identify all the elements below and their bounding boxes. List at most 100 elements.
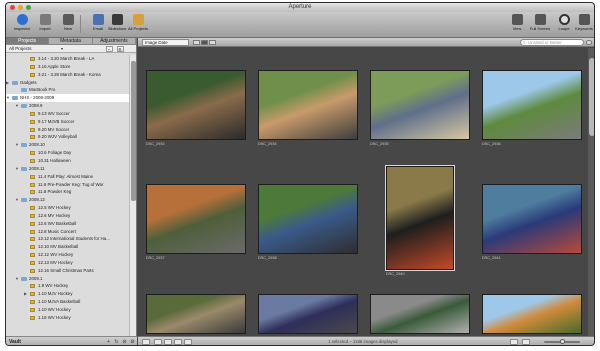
- photo-thumbnail[interactable]: [258, 294, 358, 334]
- tab-adjustments[interactable]: Adjustments: [93, 38, 136, 44]
- disclosure-closed-icon[interactable]: ▶: [24, 290, 27, 298]
- sidebar-item-label: 12.13 MV Hockey: [38, 259, 73, 265]
- sidebar-folder[interactable]: ▼ 2009.1: [6, 275, 129, 283]
- photo-thumbnail[interactable]: [370, 294, 470, 334]
- sidebar-folder[interactable]: ▼ 2008.11: [6, 165, 129, 173]
- tab-projects[interactable]: Projects: [6, 38, 50, 44]
- select-tool-button[interactable]: [142, 339, 150, 345]
- slider-knob[interactable]: [560, 339, 565, 344]
- add-vault-icon[interactable]: +: [105, 339, 112, 345]
- close-button[interactable]: [10, 5, 15, 10]
- sidebar-scrollbar[interactable]: [129, 55, 136, 336]
- sidebar-project[interactable]: 11.8 Powder Keg: [6, 188, 129, 196]
- sidebar-project[interactable]: 12.12 WV Hockey: [6, 251, 129, 259]
- browser-scroll-thumb[interactable]: [589, 58, 594, 136]
- tab-metadata[interactable]: Metadata: [49, 38, 93, 44]
- disclosure-open-icon[interactable]: ▼: [15, 102, 19, 110]
- project-filter-value: All Projects: [9, 46, 32, 51]
- sync-vault-icon[interactable]: ↻: [113, 339, 120, 345]
- sidebar-project[interactable]: 12.16 Small Christmas Parts: [6, 267, 129, 275]
- sidebar-folder[interactable]: MacBook Pro: [6, 86, 129, 94]
- sidebar-project[interactable]: 11.6 Pre-Powder Keg: Tug of War: [6, 181, 129, 189]
- filter-hud-button[interactable]: [586, 40, 592, 45]
- rotate-right-button[interactable]: [164, 339, 172, 345]
- minimize-button[interactable]: [18, 5, 23, 10]
- sidebar-folder[interactable]: ▼ 2008.9: [6, 102, 129, 110]
- photo-thumbnail[interactable]: [385, 165, 455, 271]
- browser-scrollbar[interactable]: [588, 48, 594, 336]
- sidebar-project[interactable]: 9.17 MJVB Soccer: [6, 118, 129, 126]
- disclosure-open-icon[interactable]: ▼: [15, 141, 19, 149]
- sidebar-project[interactable]: 1.10 MJVA Basketball: [6, 298, 129, 306]
- keywords-button[interactable]: Keywords: [572, 14, 594, 31]
- sidebar-project[interactable]: 10.6 Foliage Day: [6, 149, 129, 157]
- sidebar-project[interactable]: 3.14 - 3.20 March Break - LA: [6, 55, 129, 63]
- disclosure-open-icon[interactable]: ▼: [15, 196, 19, 204]
- sidebar-project[interactable]: 12.6 MV Hockey: [6, 212, 129, 220]
- sidebar-project[interactable]: 12.13 MV Hockey: [6, 259, 129, 267]
- sidebar-project[interactable]: 11.4 Fall Play: Almost Maine: [6, 173, 129, 181]
- sidebar-project[interactable]: 12.10 MV Basketball: [6, 243, 129, 251]
- sidebar-project[interactable]: 12.6 WV Basketball: [6, 220, 129, 228]
- delete-vault-icon[interactable]: ⊘: [121, 339, 128, 345]
- sidebar-project[interactable]: ▶ 1.10 MJV Hockey: [6, 290, 129, 298]
- view-button[interactable]: View: [505, 14, 529, 31]
- photo-thumbnail[interactable]: [258, 184, 358, 254]
- full-screen-button[interactable]: Full Screen: [528, 14, 552, 31]
- disclosure-open-icon[interactable]: ▼: [15, 275, 19, 283]
- lift-tool-button[interactable]: [174, 339, 182, 345]
- all-projects-button[interactable]: All Projects: [126, 14, 150, 31]
- sidebar-project[interactable]: 3.21 - 3.28 March Break - Korea: [6, 71, 129, 79]
- thumbnail-size-slider[interactable]: [544, 339, 580, 344]
- browser-pane: Image Date ⌕ Unrated or Better DSC_2933 D…: [138, 38, 594, 345]
- sidebar-folder[interactable]: ▼ NHS - 2008-2009: [6, 94, 129, 103]
- photo-thumbnail[interactable]: [146, 70, 246, 140]
- project-icon: [30, 57, 35, 61]
- sidebar-project[interactable]: 1.9 WV Hockey: [6, 282, 129, 290]
- sidebar-project[interactable]: 12.12 International Students for Ha...: [6, 235, 129, 243]
- list-view-button[interactable]: [209, 40, 216, 45]
- rotate-left-button[interactable]: [154, 339, 162, 345]
- import-button[interactable]: Import: [33, 14, 57, 31]
- sidebar-project[interactable]: 1.10 WV Hockey: [6, 306, 129, 314]
- new-button[interactable]: New: [56, 14, 80, 31]
- sidebar-folder[interactable]: ▶ Gadgets: [6, 79, 129, 87]
- sidebar-project[interactable]: 12.8 Music Concert: [6, 228, 129, 236]
- sidebar-folder[interactable]: ▼ 2008.10: [6, 141, 129, 149]
- photo-thumbnail[interactable]: [258, 70, 358, 140]
- photo-thumbnail[interactable]: [482, 70, 582, 140]
- stamp-tool-button[interactable]: [184, 339, 192, 345]
- grid-view-button[interactable]: [201, 40, 208, 45]
- viewer-mode-button[interactable]: [510, 339, 518, 345]
- project-action-button[interactable]: ⚙.: [117, 46, 124, 52]
- sidebar-project[interactable]: 9.20 MV Soccer: [6, 126, 129, 134]
- disclosure-open-icon[interactable]: ▼: [6, 94, 10, 102]
- sort-select[interactable]: Image Date: [142, 39, 189, 46]
- inspector-button[interactable]: Inspector: [10, 14, 34, 31]
- sidebar-project[interactable]: 10.31 Halloween: [6, 157, 129, 165]
- disclosure-open-icon[interactable]: ▼: [15, 165, 19, 173]
- project-filter-select[interactable]: All Projects ▾ +. ⚙.: [6, 45, 136, 53]
- sidebar-project[interactable]: 1.16 WV Hockey: [6, 314, 129, 322]
- zoom-button[interactable]: [26, 5, 31, 10]
- vault-action-icon[interactable]: ⚙: [129, 339, 136, 345]
- photo-thumbnail[interactable]: [370, 70, 470, 140]
- sidebar-project[interactable]: 3.16 Apple Store: [6, 63, 129, 71]
- photo-thumbnail[interactable]: [146, 294, 246, 334]
- disclosure-closed-icon[interactable]: ▶: [6, 79, 9, 87]
- sidebar-project[interactable]: 9.20 WJV Volleyball: [6, 133, 129, 141]
- sidebar-project[interactable]: 12.5 WV Hockey: [6, 204, 129, 212]
- photo-thumbnail[interactable]: [146, 184, 246, 254]
- photo-thumbnail[interactable]: [482, 294, 582, 334]
- sidebar-project[interactable]: 9.13 WV Soccer: [6, 110, 129, 118]
- photo-caption: DSC_2933: [146, 142, 165, 146]
- sidebar-scroll-thumb[interactable]: [131, 61, 136, 201]
- filmstrip-mode-button[interactable]: [522, 339, 530, 345]
- project-icon: [30, 190, 35, 195]
- sidebar-folder[interactable]: ▼ 2008.12: [6, 196, 129, 204]
- photo-thumbnail[interactable]: [482, 184, 582, 254]
- filter-search-field[interactable]: ⌕ Unrated or Better: [520, 39, 584, 46]
- status-text: 1 selected – 1188 images displayed: [328, 339, 398, 344]
- sort-direction-button[interactable]: [193, 40, 200, 45]
- add-project-button[interactable]: +.: [106, 46, 113, 52]
